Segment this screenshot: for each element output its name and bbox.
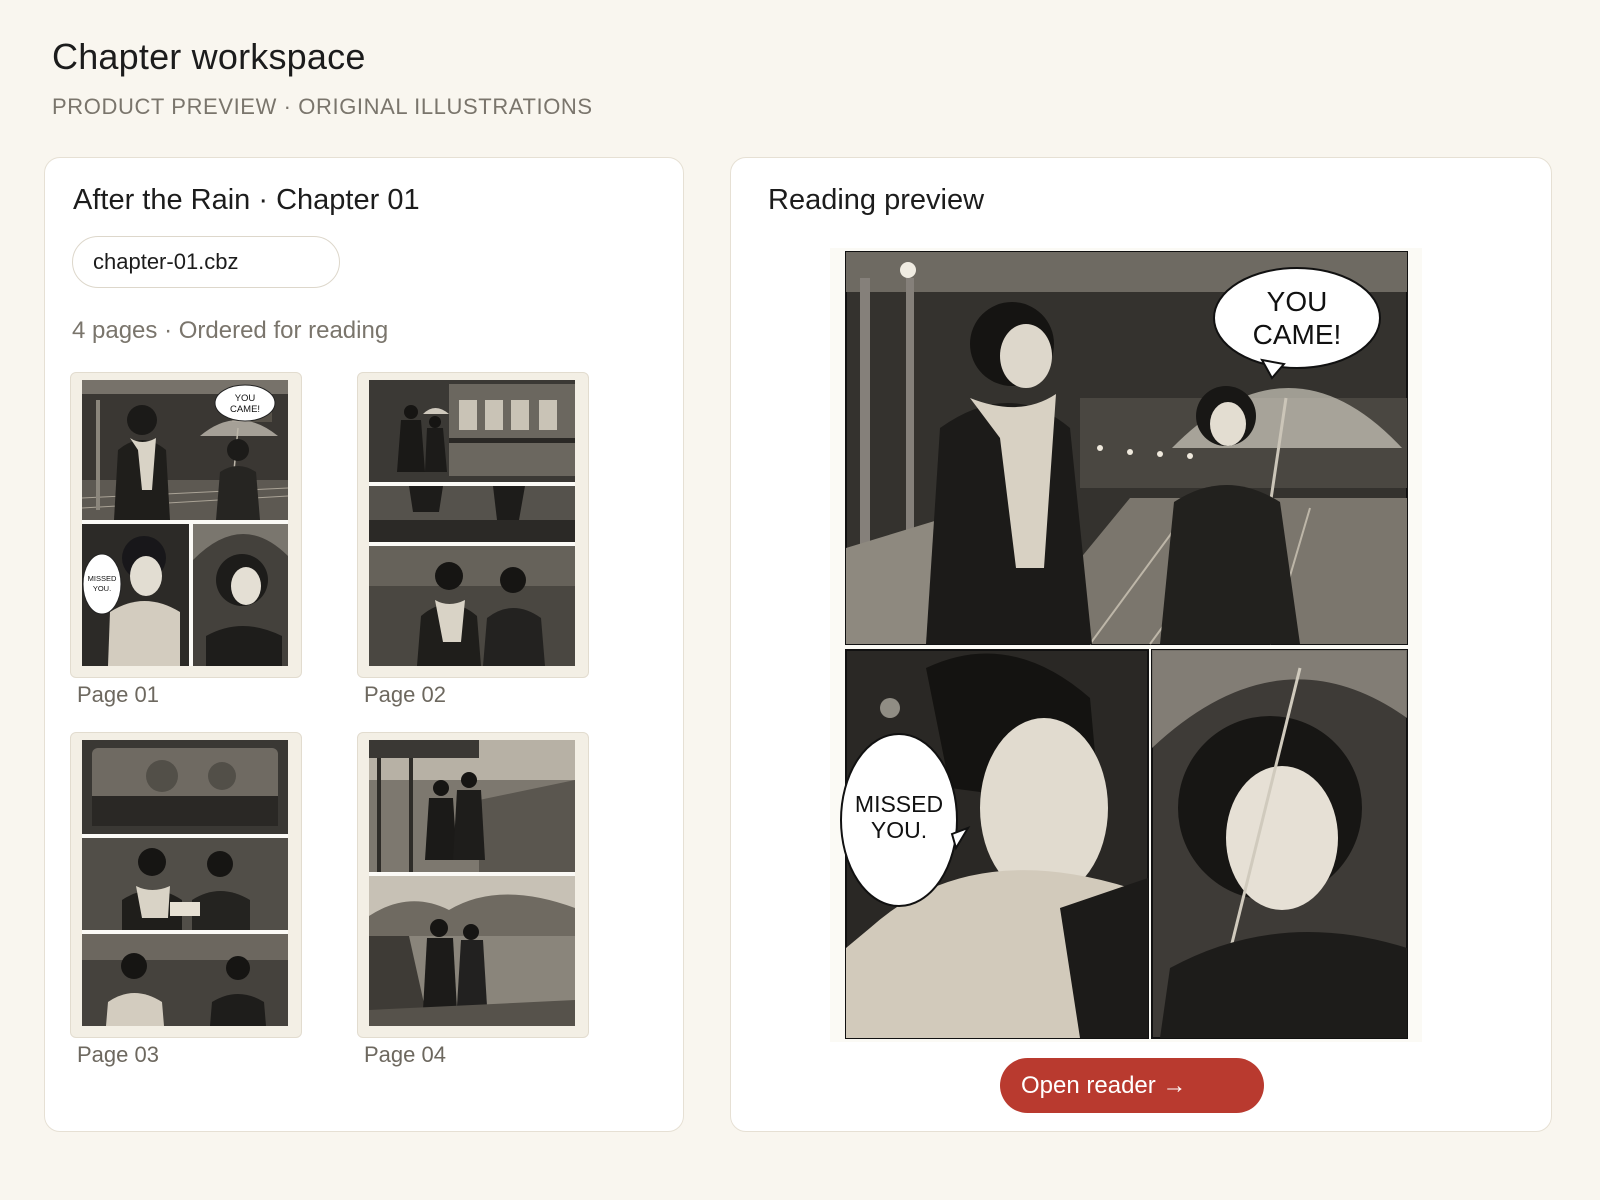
bubble-text: YOU. — [93, 584, 111, 593]
file-name-field[interactable]: chapter-01.cbz — [72, 236, 340, 288]
page-label: Page 01 — [77, 682, 159, 707]
preview-page-illustration: YOU CAME! MISSED YOU. — [830, 248, 1422, 1042]
preview-bubble-text: CAME! — [1253, 319, 1342, 350]
reading-preview-panel: Reading preview YOU CAME! MISSED YOU. Op… — [730, 157, 1552, 1132]
page-02-illustration — [369, 380, 575, 666]
page-thumbnail-04[interactable]: Page 04 — [357, 732, 589, 1067]
page-subtitle: PRODUCT PREVIEW · ORIGINAL ILLUSTRATIONS — [52, 94, 593, 119]
page-thumbnail-03[interactable]: Page 03 — [70, 732, 302, 1067]
bubble-text: MISSED — [88, 574, 117, 583]
page-title: Chapter workspace — [52, 36, 366, 77]
page-thumbnail-02[interactable]: Page 02 — [357, 372, 589, 707]
open-reader-button[interactable]: Open reader → — [1000, 1058, 1264, 1113]
page-04-illustration — [369, 740, 575, 1026]
bubble-text: YOU — [235, 393, 256, 404]
page-01-illustration: YOU CAME! MISSED YOU. — [82, 380, 288, 666]
page-label: Page 04 — [364, 1042, 446, 1067]
page-thumbnail-01[interactable]: YOU CAME! MISSED YOU. Page 01 — [70, 372, 302, 707]
page-count-label: 4 pages · Ordered for reading — [72, 317, 389, 344]
bubble-text: CAME! — [230, 404, 260, 415]
page-label: Page 03 — [77, 1042, 159, 1067]
chapter-title: After the Rain · Chapter 01 — [73, 184, 420, 216]
chapter-pages-panel: After the Rain · Chapter 01 chapter-01.c… — [44, 157, 684, 1132]
preview-bubble-text: MISSED — [855, 791, 943, 817]
preview-bubble-text: YOU — [1267, 286, 1328, 317]
preview-title: Reading preview — [768, 184, 985, 216]
preview-bubble-text: YOU. — [871, 817, 927, 843]
page-label: Page 02 — [364, 682, 446, 707]
page-03-illustration — [82, 740, 288, 1026]
